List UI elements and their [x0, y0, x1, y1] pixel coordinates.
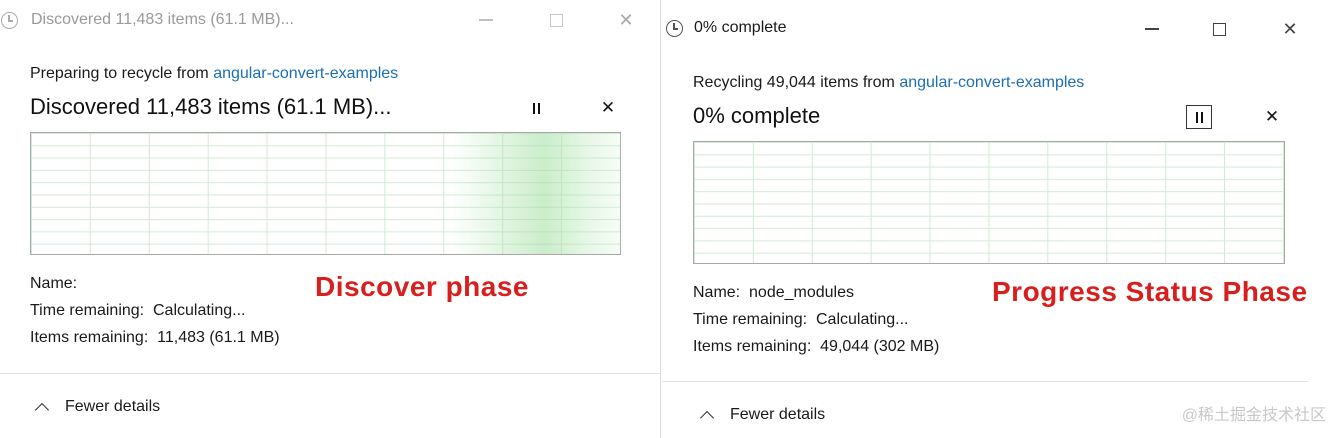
name-row: Name: node_modules	[693, 284, 854, 302]
items-remaining-row: Items remaining: 49,044 (302 MB)	[693, 338, 939, 356]
operation-description: Preparing to recycle from angular-conver…	[30, 65, 398, 83]
source-folder-link[interactable]: angular-convert-examples	[899, 74, 1084, 91]
progress-dialog: 0% complete Recycling 49,044 items from …	[662, 0, 1340, 438]
operation-prefix: Recycling 49,044 items from	[693, 74, 900, 91]
divider	[662, 381, 1308, 382]
items-remaining-label: Items remaining:	[693, 338, 812, 355]
name-label: Name:	[30, 275, 78, 292]
minimize-button[interactable]	[471, 5, 501, 35]
fewer-details-label: Fewer details	[730, 406, 826, 423]
maximize-button[interactable]	[541, 5, 571, 35]
discover-dialog: Discovered 11,483 items (61.1 MB)... Pre…	[0, 0, 661, 438]
fewer-details-button[interactable]: Fewer details	[699, 406, 826, 426]
operation-description: Recycling 49,044 items from angular-conv…	[693, 74, 1084, 92]
clock-icon	[666, 20, 683, 37]
close-window-button[interactable]	[611, 5, 641, 35]
divider	[0, 373, 660, 374]
items-remaining-label: Items remaining:	[30, 329, 149, 346]
name-label: Name:	[693, 284, 741, 301]
items-remaining-value: 11,483 (61.1 MB)	[157, 329, 280, 346]
clock-icon	[1, 12, 18, 29]
status-heading: Discovered 11,483 items (61.1 MB)...	[30, 94, 392, 119]
pause-button[interactable]	[1186, 105, 1212, 129]
phase-annotation: Discover phase	[315, 271, 529, 302]
items-remaining-value: 49,044 (302 MB)	[820, 338, 940, 355]
chevron-up-icon	[699, 410, 715, 426]
close-window-button[interactable]	[1275, 14, 1305, 44]
title-bar: Discovered 11,483 items (61.1 MB)...	[0, 0, 660, 42]
pause-icon	[1195, 111, 1198, 123]
time-remaining-value: Calculating...	[816, 311, 909, 328]
time-remaining-label: Time remaining:	[30, 302, 145, 319]
speed-graph	[30, 132, 621, 255]
name-value: node_modules	[749, 284, 854, 301]
pause-icon	[532, 102, 535, 114]
window-title: Discovered 11,483 items (61.1 MB)...	[31, 11, 294, 28]
source-folder-link[interactable]: angular-convert-examples	[213, 65, 398, 82]
watermark: @稀土掘金技术社区	[1181, 407, 1326, 424]
phase-annotation: Progress Status Phase	[992, 276, 1308, 307]
cancel-button[interactable]: ✕	[1260, 105, 1284, 129]
items-remaining-row: Items remaining: 11,483 (61.1 MB)	[30, 329, 280, 347]
chevron-up-icon	[34, 402, 50, 418]
name-row: Name:	[30, 275, 77, 293]
time-remaining-label: Time remaining:	[693, 311, 808, 328]
pause-button[interactable]	[523, 96, 549, 120]
discovery-glow	[451, 133, 621, 254]
maximize-button[interactable]	[1204, 14, 1234, 44]
speed-graph	[693, 141, 1285, 264]
window-title: 0% complete	[694, 19, 787, 36]
close-icon: ✕	[600, 98, 616, 117]
cancel-button[interactable]: ✕	[596, 96, 620, 120]
title-bar: 0% complete	[662, 0, 1340, 42]
fewer-details-label: Fewer details	[65, 398, 161, 415]
time-remaining-row: Time remaining: Calculating...	[693, 311, 909, 329]
fewer-details-button[interactable]: Fewer details	[34, 398, 161, 418]
minimize-button[interactable]	[1137, 14, 1167, 44]
time-remaining-value: Calculating...	[153, 302, 246, 319]
operation-prefix: Preparing to recycle from	[30, 65, 214, 82]
close-icon: ✕	[1264, 107, 1280, 126]
time-remaining-row: Time remaining: Calculating...	[30, 302, 246, 320]
status-heading: 0% complete	[693, 103, 821, 128]
